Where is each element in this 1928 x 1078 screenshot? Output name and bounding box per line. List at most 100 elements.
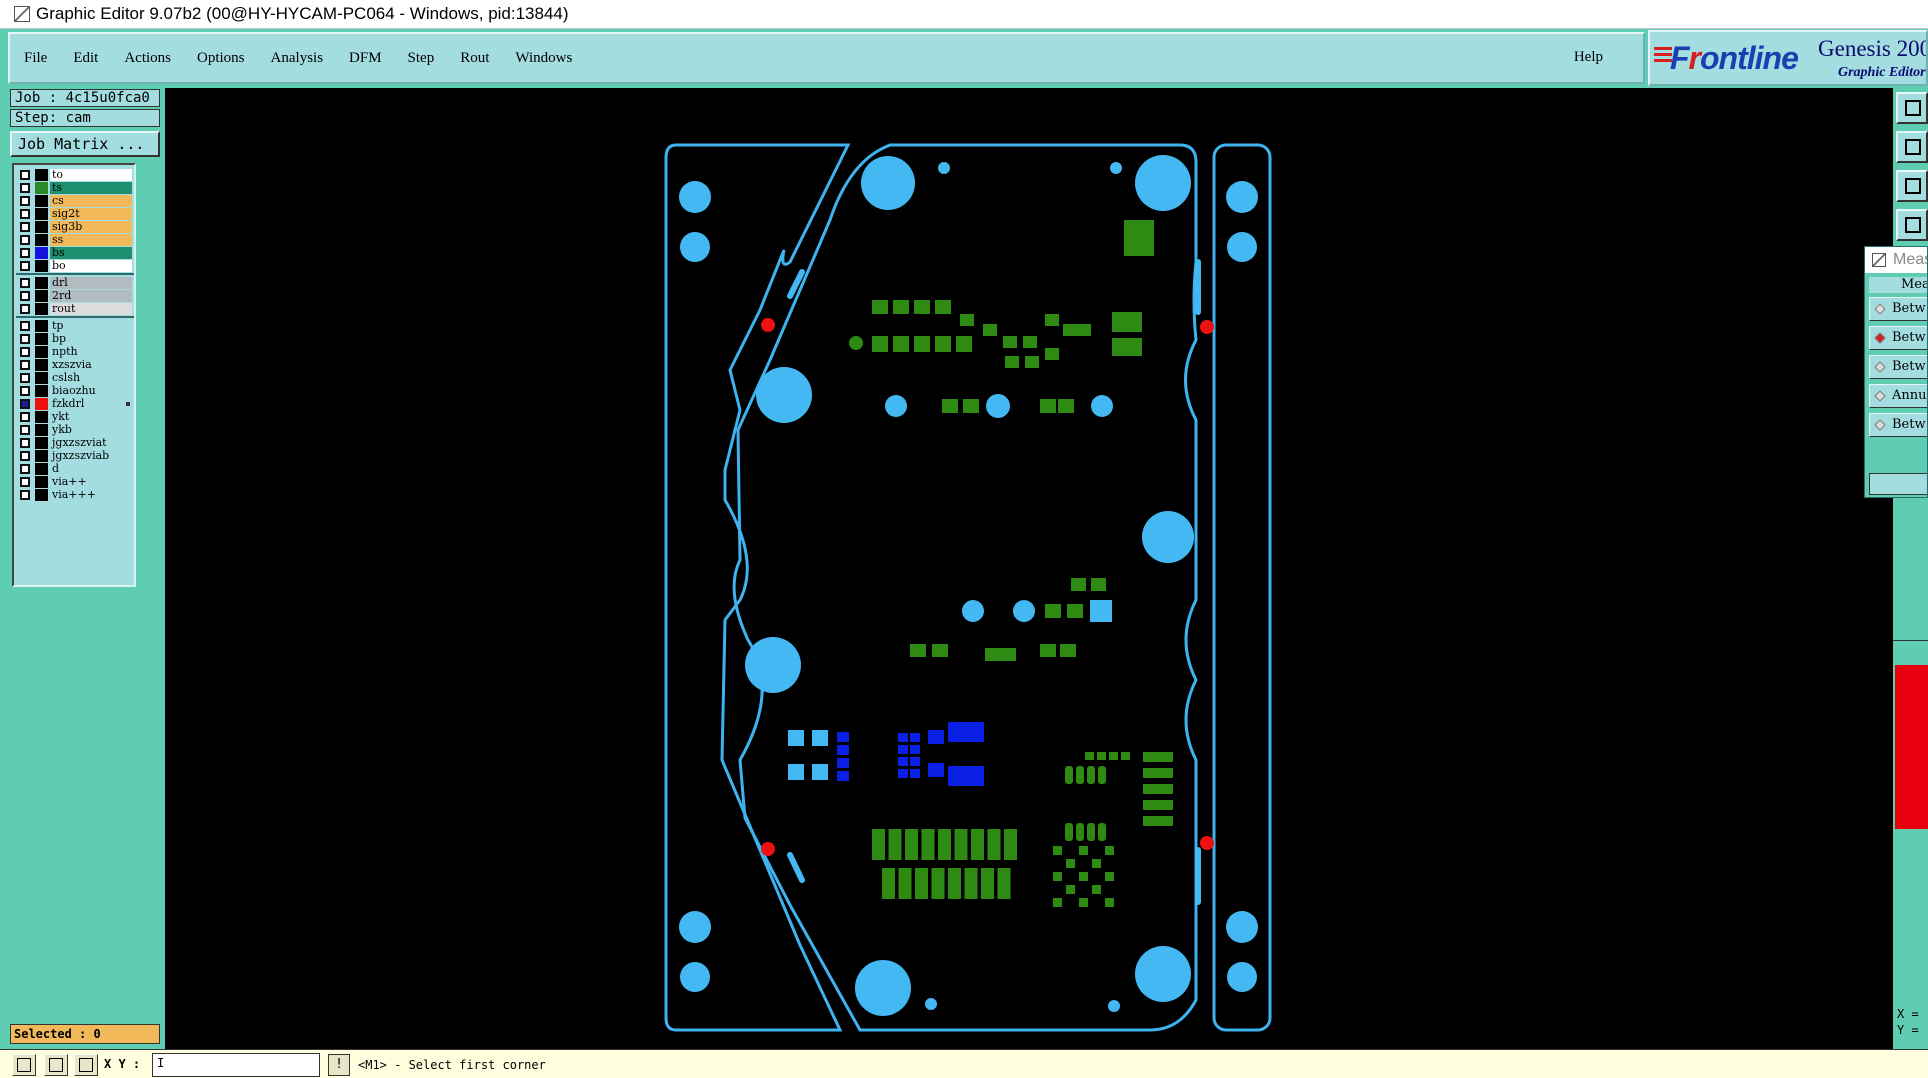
- measure-option-2[interactable]: Betw: [1869, 326, 1927, 350]
- layer-name[interactable]: tp: [50, 320, 132, 332]
- layer-checkbox[interactable]: [20, 490, 30, 500]
- layer-swatch[interactable]: [35, 463, 48, 475]
- tool-zoom-back-button[interactable]: [1896, 131, 1928, 163]
- layer-checkbox[interactable]: [20, 360, 30, 370]
- measure-button[interactable]: [1869, 473, 1927, 495]
- layer-swatch[interactable]: [35, 320, 48, 332]
- layer-name[interactable]: 2rd: [50, 290, 132, 302]
- layer-row-0[interactable]: to: [16, 168, 134, 182]
- layer-swatch[interactable]: [35, 277, 48, 289]
- pcb-drawing[interactable]: [165, 88, 1893, 1049]
- menu-help[interactable]: Help: [1574, 49, 1603, 66]
- layer-checkbox[interactable]: [20, 248, 30, 258]
- layer-swatch[interactable]: [35, 290, 48, 302]
- menu-edit[interactable]: Edit: [73, 50, 98, 67]
- menu-options[interactable]: Options: [197, 50, 245, 67]
- layer-checkbox[interactable]: [20, 170, 30, 180]
- measure-title[interactable]: Meas: [1865, 247, 1927, 273]
- grid-button[interactable]: [74, 1054, 98, 1076]
- layer-swatch[interactable]: [35, 303, 48, 315]
- xy-input[interactable]: I: [152, 1053, 320, 1077]
- measure-option-3[interactable]: Betw: [1869, 355, 1927, 379]
- layer-name[interactable]: ykt: [50, 411, 132, 423]
- layer-row-18[interactable]: ykt: [16, 410, 134, 424]
- menu-actions[interactable]: Actions: [124, 50, 171, 67]
- layer-name[interactable]: ts: [50, 182, 132, 194]
- layer-checkbox[interactable]: [20, 321, 30, 331]
- layer-swatch[interactable]: [35, 195, 48, 207]
- layer-swatch[interactable]: [35, 260, 48, 272]
- layer-name[interactable]: xzszvia: [50, 359, 132, 371]
- layer-name[interactable]: cs: [50, 195, 132, 207]
- layer-row-20[interactable]: jgxzszviat: [16, 436, 134, 450]
- measure-option-1[interactable]: Betw: [1869, 297, 1927, 321]
- measure-option-5[interactable]: Betw: [1869, 413, 1927, 437]
- layer-swatch[interactable]: [35, 234, 48, 246]
- layer-checkbox[interactable]: [20, 373, 30, 383]
- layer-checkbox[interactable]: [20, 399, 30, 409]
- layer-swatch[interactable]: [35, 385, 48, 397]
- layer-row-21[interactable]: jgxzszviab: [16, 449, 134, 463]
- layer-row-12[interactable]: bp: [16, 332, 134, 346]
- menu-analysis[interactable]: Analysis: [271, 50, 324, 67]
- layer-checkbox[interactable]: [20, 477, 30, 487]
- tool-fit-button[interactable]: [1896, 170, 1928, 202]
- layer-row-16[interactable]: biaozhu: [16, 384, 134, 398]
- layer-swatch[interactable]: [35, 489, 48, 501]
- layer-row-4[interactable]: sig3b: [16, 220, 134, 234]
- layer-checkbox[interactable]: [20, 222, 30, 232]
- layer-name[interactable]: rout: [50, 303, 132, 315]
- layer-name[interactable]: drl: [50, 277, 132, 289]
- layer-checkbox[interactable]: [20, 425, 30, 435]
- layer-name[interactable]: sig3b: [50, 221, 132, 233]
- layer-name[interactable]: cslsh: [50, 372, 132, 384]
- layer-row-10[interactable]: rout: [16, 302, 134, 316]
- menu-rout[interactable]: Rout: [460, 50, 489, 67]
- layer-checkbox[interactable]: [20, 451, 30, 461]
- layer-name[interactable]: bs: [50, 247, 132, 259]
- layer-name[interactable]: d: [50, 463, 132, 475]
- layer-swatch[interactable]: [35, 169, 48, 181]
- layer-name[interactable]: npth: [50, 346, 132, 358]
- layer-checkbox[interactable]: [20, 438, 30, 448]
- layer-row-24[interactable]: via+++: [16, 488, 134, 502]
- layer-checkbox[interactable]: [20, 291, 30, 301]
- layer-swatch[interactable]: [35, 182, 48, 194]
- layer-swatch[interactable]: [35, 372, 48, 384]
- layer-checkbox[interactable]: [20, 209, 30, 219]
- menu-file[interactable]: File: [24, 50, 47, 67]
- graphic-canvas[interactable]: [165, 88, 1893, 1049]
- menu-step[interactable]: Step: [408, 50, 435, 67]
- layer-checkbox[interactable]: [20, 196, 30, 206]
- layer-row-7[interactable]: bo: [16, 259, 134, 273]
- layer-row-19[interactable]: ykb: [16, 423, 134, 437]
- layer-checkbox[interactable]: [20, 464, 30, 474]
- layer-checkbox[interactable]: [20, 235, 30, 245]
- layer-row-13[interactable]: npth: [16, 345, 134, 359]
- layer-checkbox[interactable]: [20, 412, 30, 422]
- layer-swatch[interactable]: [35, 346, 48, 358]
- layer-swatch[interactable]: [35, 411, 48, 423]
- layer-swatch[interactable]: [35, 450, 48, 462]
- layer-swatch[interactable]: [35, 333, 48, 345]
- layer-checkbox[interactable]: [20, 261, 30, 271]
- layer-swatch[interactable]: [35, 247, 48, 259]
- layer-name[interactable]: ss: [50, 234, 132, 246]
- layer-checkbox[interactable]: [20, 334, 30, 344]
- menu-windows[interactable]: Windows: [515, 50, 572, 67]
- layer-row-6[interactable]: bs: [16, 246, 134, 260]
- layer-swatch[interactable]: [35, 221, 48, 233]
- tool-settings-button[interactable]: [1896, 209, 1928, 241]
- measure-option-4[interactable]: Annul: [1869, 384, 1927, 408]
- layer-checkbox[interactable]: [20, 386, 30, 396]
- layer-row-23[interactable]: via++: [16, 475, 134, 489]
- layer-row-9[interactable]: 2rd: [16, 289, 134, 303]
- tool-zoom-home-button[interactable]: [1896, 92, 1928, 124]
- layer-name[interactable]: bo: [50, 260, 132, 272]
- layer-row-3[interactable]: sig2t: [16, 207, 134, 221]
- layer-row-22[interactable]: d: [16, 462, 134, 476]
- menu-dfm[interactable]: DFM: [349, 50, 382, 67]
- job-matrix-button[interactable]: Job Matrix ...: [10, 131, 160, 157]
- layer-row-2[interactable]: cs: [16, 194, 134, 208]
- layer-checkbox[interactable]: [20, 304, 30, 314]
